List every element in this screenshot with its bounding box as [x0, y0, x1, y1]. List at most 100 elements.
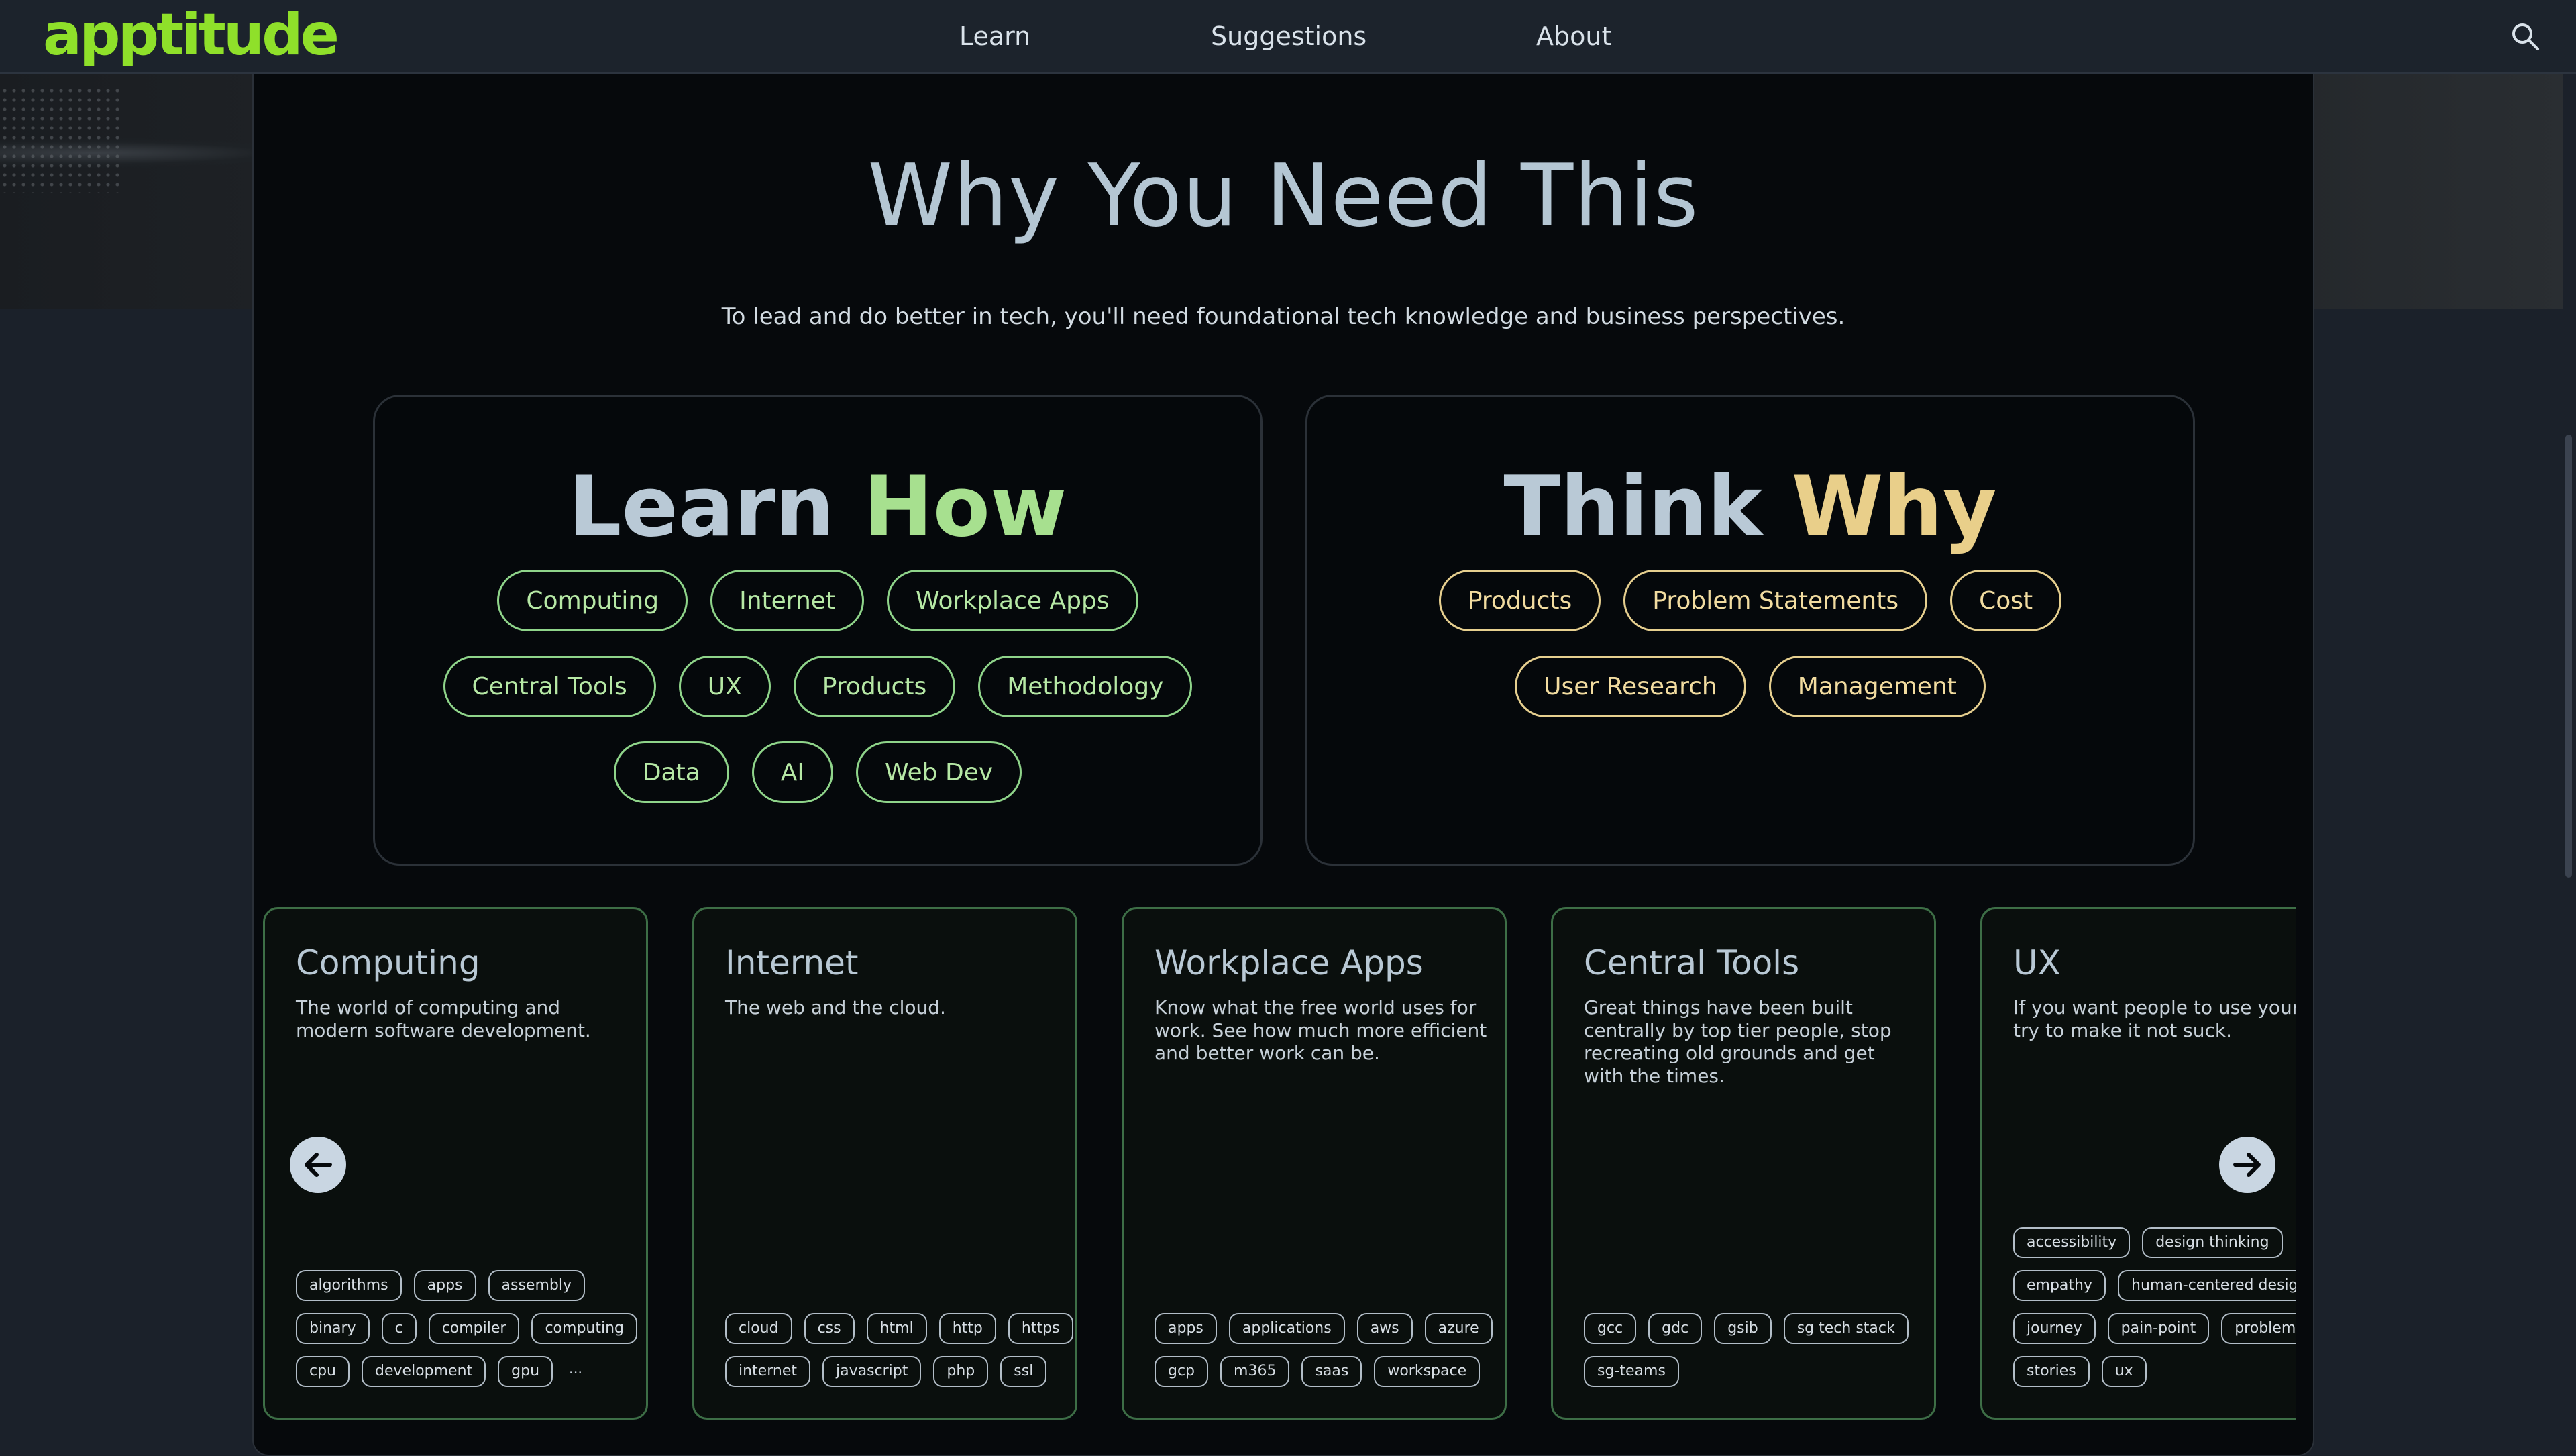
learn-how-title-part2: How [863, 459, 1067, 556]
tag[interactable]: ssl [1000, 1356, 1047, 1387]
learn-pill-central-tools[interactable]: Central Tools [443, 656, 656, 717]
topic-card-tags: gcc gdc gsib sg tech stack sg-teams [1584, 1313, 1933, 1387]
carousel-prev-button[interactable] [290, 1137, 346, 1193]
search-icon[interactable] [2509, 20, 2541, 52]
think-pill-cost[interactable]: Cost [1950, 570, 2062, 631]
page-scrollbar[interactable] [2563, 72, 2576, 1449]
think-pill-user-research[interactable]: User Research [1515, 656, 1746, 717]
think-pill-row-2: User Research Management [1307, 656, 2193, 717]
more-tags-ellipsis[interactable]: ... [565, 1356, 586, 1387]
topic-card-description: Know what the free world uses for work. … [1155, 996, 1487, 1064]
tag[interactable]: sg-teams [1584, 1356, 1679, 1387]
tag[interactable]: journey [2013, 1313, 2096, 1344]
tag[interactable]: css [804, 1313, 855, 1344]
top-navbar: apptitude Learn Suggestions About [0, 0, 2576, 74]
tag[interactable]: stories [2013, 1356, 2090, 1387]
section-subtitle: To lead and do better in tech, you'll ne… [721, 303, 1845, 330]
tag[interactable]: apps [413, 1270, 476, 1301]
tag[interactable]: gcc [1584, 1313, 1637, 1344]
learn-how-card: Learn How Computing Internet Workplace A… [373, 395, 1263, 866]
tag[interactable]: http [938, 1313, 996, 1344]
topic-card-tags: algorithms apps assembly binary c compil… [296, 1270, 645, 1387]
tag[interactable]: gsib [1714, 1313, 1772, 1344]
tag[interactable]: workspace [1374, 1356, 1481, 1387]
tag[interactable]: azure [1424, 1313, 1493, 1344]
tag[interactable]: internet [725, 1356, 810, 1387]
think-pill-row-1: Products Problem Statements Cost [1307, 570, 2193, 631]
logo[interactable]: apptitude [43, 4, 339, 66]
tag[interactable]: applications [1228, 1313, 1345, 1344]
tag[interactable]: cpu [296, 1356, 350, 1387]
topic-card-title: Central Tools [1584, 943, 1800, 982]
tag[interactable]: compiler [428, 1313, 520, 1344]
nav-link-learn[interactable]: Learn [959, 20, 1030, 52]
learn-how-title-part1: Learn [568, 459, 835, 556]
tag[interactable]: pain-point [2107, 1313, 2210, 1344]
topic-card-internet[interactable]: Internet The web and the cloud. cloud cs… [692, 907, 1077, 1420]
tag[interactable]: php [933, 1356, 989, 1387]
tag[interactable]: cloud [725, 1313, 792, 1344]
think-why-card: Think Why Products Problem Statements Co… [1305, 395, 2195, 866]
learn-pill-ai[interactable]: AI [751, 741, 834, 803]
tag[interactable]: development [362, 1356, 486, 1387]
tag[interactable]: javascript [822, 1356, 922, 1387]
learn-pill-computing[interactable]: Computing [497, 570, 688, 631]
topic-card-description: The web and the cloud. [725, 996, 946, 1019]
tag[interactable]: sg tech stack [1783, 1313, 1909, 1344]
tag[interactable]: algorithms [296, 1270, 402, 1301]
topic-card-central-tools[interactable]: Central Tools Great things have been bui… [1551, 907, 1936, 1420]
tag[interactable]: html [866, 1313, 927, 1344]
topic-card-description: The world of computing and modern softwa… [296, 996, 591, 1041]
topic-card-title: Computing [296, 943, 480, 982]
scrollbar-thumb[interactable] [2565, 435, 2572, 878]
tag[interactable]: design thinking [2142, 1227, 2283, 1258]
section-title: Why You Need This [867, 146, 1699, 246]
learn-pill-web-dev[interactable]: Web Dev [856, 741, 1022, 803]
nav-link-suggestions[interactable]: Suggestions [1211, 20, 1366, 52]
learn-pill-workplace-apps[interactable]: Workplace Apps [887, 570, 1138, 631]
carousel-next-button[interactable] [2219, 1137, 2275, 1193]
tag[interactable]: assembly [488, 1270, 585, 1301]
topic-card-workplace-apps[interactable]: Workplace Apps Know what the free world … [1122, 907, 1507, 1420]
arrow-left-icon [305, 1153, 332, 1177]
tag[interactable]: accessibility [2013, 1227, 2131, 1258]
tag[interactable]: m365 [1220, 1356, 1290, 1387]
think-why-title: Think Why [1307, 457, 2193, 558]
learn-pill-methodology[interactable]: Methodology [978, 656, 1193, 717]
tag[interactable]: gcp [1155, 1356, 1209, 1387]
topic-card-title: Internet [725, 943, 859, 982]
topic-carousel[interactable]: Computing The world of computing and mod… [263, 907, 2296, 1431]
learn-pill-internet[interactable]: Internet [710, 570, 865, 631]
topic-card-description: Great things have been built centrally b… [1584, 996, 1892, 1087]
learn-how-title: Learn How [375, 457, 1260, 558]
tag[interactable]: ux [2101, 1356, 2147, 1387]
topic-card-tags: accessibility design thinking empathy hu… [2013, 1227, 2296, 1387]
tag[interactable]: apps [1155, 1313, 1217, 1344]
tag[interactable]: human-centered design [2118, 1270, 2296, 1301]
think-pill-products[interactable]: Products [1438, 570, 1601, 631]
nav-link-about[interactable]: About [1536, 20, 1611, 52]
why-section-panel: Why You Need This To lead and do better … [252, 72, 2314, 1456]
topic-card-title: Workplace Apps [1155, 943, 1424, 982]
tag[interactable]: aws [1356, 1313, 1413, 1344]
tag[interactable]: saas [1301, 1356, 1362, 1387]
tag[interactable]: gdc [1648, 1313, 1703, 1344]
topic-card-title: UX [2013, 943, 2061, 982]
learn-pill-products[interactable]: Products [793, 656, 956, 717]
tag[interactable]: https [1008, 1313, 1073, 1344]
tag[interactable]: computing [531, 1313, 637, 1344]
tag[interactable]: c [381, 1313, 417, 1344]
tag[interactable]: empathy [2013, 1270, 2106, 1301]
tag[interactable]: gpu [498, 1356, 553, 1387]
background-texture [0, 86, 121, 193]
think-pill-management[interactable]: Management [1768, 656, 1986, 717]
think-why-title-part1: Think [1503, 459, 1763, 556]
arrow-right-icon [2233, 1153, 2261, 1177]
topic-card-tags: apps applications aws azure gcp m365 saa… [1155, 1313, 1503, 1387]
tag[interactable]: binary [296, 1313, 370, 1344]
think-pill-problem-statements[interactable]: Problem Statements [1623, 570, 1928, 631]
think-why-title-part2: Why [1791, 459, 1997, 556]
learn-pill-data[interactable]: Data [613, 741, 729, 803]
learn-pill-ux[interactable]: UX [678, 656, 771, 717]
tag[interactable]: problem [2221, 1313, 2296, 1344]
